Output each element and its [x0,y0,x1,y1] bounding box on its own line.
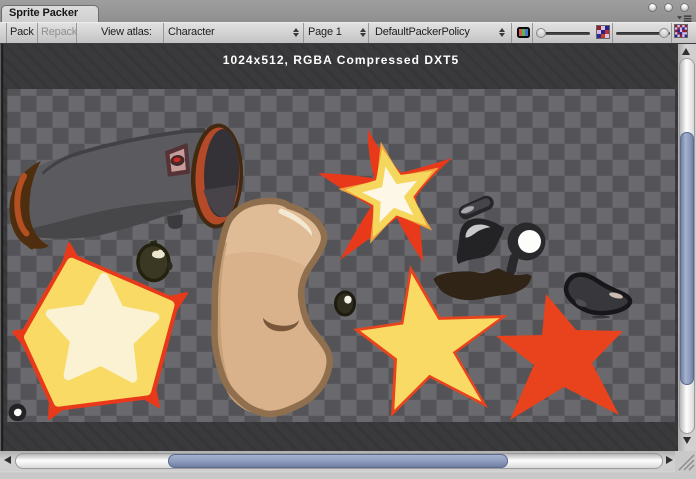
svg-text:1024x512, RGBA Compressed DXT5: 1024x512, RGBA Compressed DXT5 [223,53,459,67]
